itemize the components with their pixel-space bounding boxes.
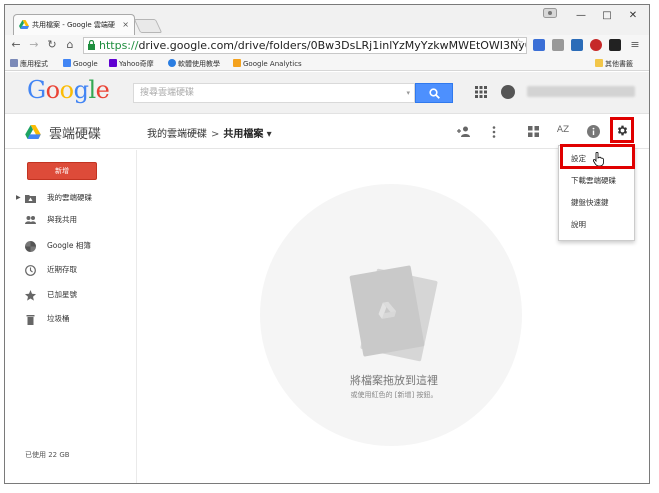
search-options-icon[interactable]: ▾ bbox=[406, 84, 410, 102]
breadcrumb-separator: > bbox=[211, 129, 220, 140]
tab-close-icon[interactable]: × bbox=[122, 15, 129, 35]
people-icon bbox=[25, 216, 36, 224]
expand-arrow-icon[interactable]: ▶ bbox=[16, 190, 21, 206]
account-info[interactable] bbox=[527, 86, 635, 97]
title-bar: 共用檔案 - Google 雲端硬 × — □ ✕ bbox=[5, 5, 649, 35]
yahoo-icon bbox=[109, 59, 117, 67]
extension-icon[interactable] bbox=[552, 39, 564, 51]
analytics-icon bbox=[233, 59, 241, 67]
new-button[interactable]: 新增 bbox=[27, 162, 97, 180]
search-icon bbox=[429, 88, 440, 99]
drive-watermark-icon bbox=[378, 301, 397, 319]
drive-logo-icon bbox=[25, 125, 41, 139]
bookmark-star-icon[interactable]: ☆ bbox=[513, 36, 524, 50]
opera-extension-icon[interactable] bbox=[590, 39, 602, 51]
apps-icon bbox=[10, 59, 18, 67]
dark-extension-icon[interactable] bbox=[609, 39, 621, 51]
bookmark-other[interactable]: 其他書籤 bbox=[595, 58, 633, 70]
menu-item-keyboard-shortcuts[interactable]: 鍵盤快速鍵 bbox=[559, 195, 636, 211]
translate-extension-icon[interactable] bbox=[533, 39, 545, 51]
sidebar-item-my-drive[interactable]: ▶ 我的雲端硬碟 bbox=[5, 190, 137, 206]
breadcrumb-current[interactable]: 共用檔案 bbox=[223, 129, 263, 140]
back-icon[interactable]: ← bbox=[9, 38, 23, 51]
more-actions-icon[interactable] bbox=[492, 126, 496, 138]
forward-icon[interactable]: → bbox=[27, 38, 41, 51]
star-icon bbox=[25, 290, 36, 301]
tab-title: 共用檔案 - Google 雲端硬 bbox=[32, 21, 115, 29]
grid-view-icon[interactable] bbox=[528, 126, 539, 137]
bookmark-analytics[interactable]: Google Analytics bbox=[233, 58, 302, 70]
notifications-icon[interactable] bbox=[501, 85, 515, 99]
trash-icon bbox=[26, 315, 35, 325]
drive-toolbar: 雲端硬碟 我的雲端硬碟 > 共用檔案 ▾ AZ bbox=[5, 115, 649, 149]
breadcrumb-dropdown-icon[interactable]: ▾ bbox=[267, 129, 272, 140]
drive-folder-icon bbox=[25, 195, 36, 203]
maximize-button[interactable]: □ bbox=[597, 7, 617, 25]
home-icon[interactable]: ⌂ bbox=[63, 38, 77, 51]
menu-icon[interactable]: ≡ bbox=[628, 38, 642, 51]
user-profile-icon[interactable] bbox=[543, 8, 557, 18]
screenshot-extension-icon[interactable] bbox=[571, 39, 583, 51]
url-scheme: https:// bbox=[99, 39, 139, 52]
navigation-bar: ← → ↻ ⌂ https://drive.google.com/drive/f… bbox=[5, 35, 649, 57]
bookmark-apps[interactable]: 應用程式 bbox=[10, 58, 48, 70]
sort-options-icon[interactable]: AZ bbox=[555, 125, 571, 135]
menu-item-download-drive[interactable]: 下載雲端硬碟 bbox=[559, 173, 636, 189]
url-text: drive.google.com/drive/folders/0Bw3DsLRj… bbox=[138, 39, 527, 52]
info-icon[interactable] bbox=[587, 125, 600, 138]
settings-gear-button[interactable] bbox=[610, 117, 634, 143]
sidebar-item-trash[interactable]: 垃圾桶 bbox=[5, 311, 137, 327]
photos-icon bbox=[25, 241, 36, 252]
drop-subtitle: 或使用紅色的 [新增] 按鈕。 bbox=[350, 391, 438, 399]
folder-icon bbox=[595, 59, 603, 67]
apps-grid-icon[interactable] bbox=[475, 86, 487, 98]
add-person-icon[interactable] bbox=[457, 126, 471, 137]
bookmark-yahoo[interactable]: Yahoo奇摩 bbox=[109, 58, 154, 70]
google-logo[interactable]: Google bbox=[27, 76, 110, 104]
drive-title[interactable]: 雲端硬碟 bbox=[49, 123, 101, 142]
address-bar[interactable]: https://drive.google.com/drive/folders/0… bbox=[83, 37, 527, 54]
sidebar-item-starred[interactable]: 已加星號 bbox=[5, 287, 137, 303]
gear-icon bbox=[617, 125, 628, 136]
sidebar: 新增 ▶ 我的雲端硬碟 與我共用 Google 相簿 近期存取 已加星號 垃圾桶… bbox=[5, 150, 137, 483]
drop-title: 將檔案拖放到這裡 bbox=[350, 374, 438, 387]
browser-tab[interactable]: 共用檔案 - Google 雲端硬 × bbox=[13, 14, 135, 35]
search-button[interactable] bbox=[415, 83, 453, 103]
sidebar-item-shared[interactable]: 與我共用 bbox=[5, 212, 137, 228]
storage-usage[interactable]: 已使用 22 GB bbox=[25, 450, 70, 460]
lock-icon bbox=[88, 40, 95, 50]
minimize-button[interactable]: — bbox=[571, 7, 591, 25]
search-input[interactable]: 搜尋雲端硬碟 ▾ bbox=[133, 83, 415, 103]
tutorial-icon bbox=[168, 59, 176, 67]
new-tab-button[interactable] bbox=[133, 19, 163, 33]
sidebar-item-photos[interactable]: Google 相簿 bbox=[5, 238, 137, 254]
hand-cursor-icon bbox=[593, 152, 604, 166]
breadcrumb-root[interactable]: 我的雲端硬碟 bbox=[147, 129, 207, 140]
bookmarks-bar: 應用程式 Google Yahoo奇摩 軟體使用教學 Google Analyt… bbox=[5, 57, 649, 71]
menu-item-help[interactable]: 說明 bbox=[559, 217, 636, 233]
drive-favicon-icon bbox=[19, 20, 29, 29]
sidebar-item-recent[interactable]: 近期存取 bbox=[5, 262, 137, 278]
clock-icon bbox=[25, 265, 36, 276]
bookmark-google[interactable]: Google bbox=[63, 58, 98, 70]
close-window-button[interactable]: ✕ bbox=[623, 7, 643, 25]
bookmark-tutorial[interactable]: 軟體使用教學 bbox=[168, 58, 220, 70]
search-placeholder: 搜尋雲端硬碟 bbox=[140, 88, 195, 98]
google-icon bbox=[63, 59, 71, 67]
browser-window: 共用檔案 - Google 雲端硬 × — □ ✕ ← → ↻ ⌂ https:… bbox=[4, 4, 650, 484]
google-header: Google 搜尋雲端硬碟 ▾ bbox=[5, 72, 649, 114]
breadcrumb: 我的雲端硬碟 > 共用檔案 ▾ bbox=[147, 125, 272, 140]
reload-icon[interactable]: ↻ bbox=[45, 38, 59, 51]
